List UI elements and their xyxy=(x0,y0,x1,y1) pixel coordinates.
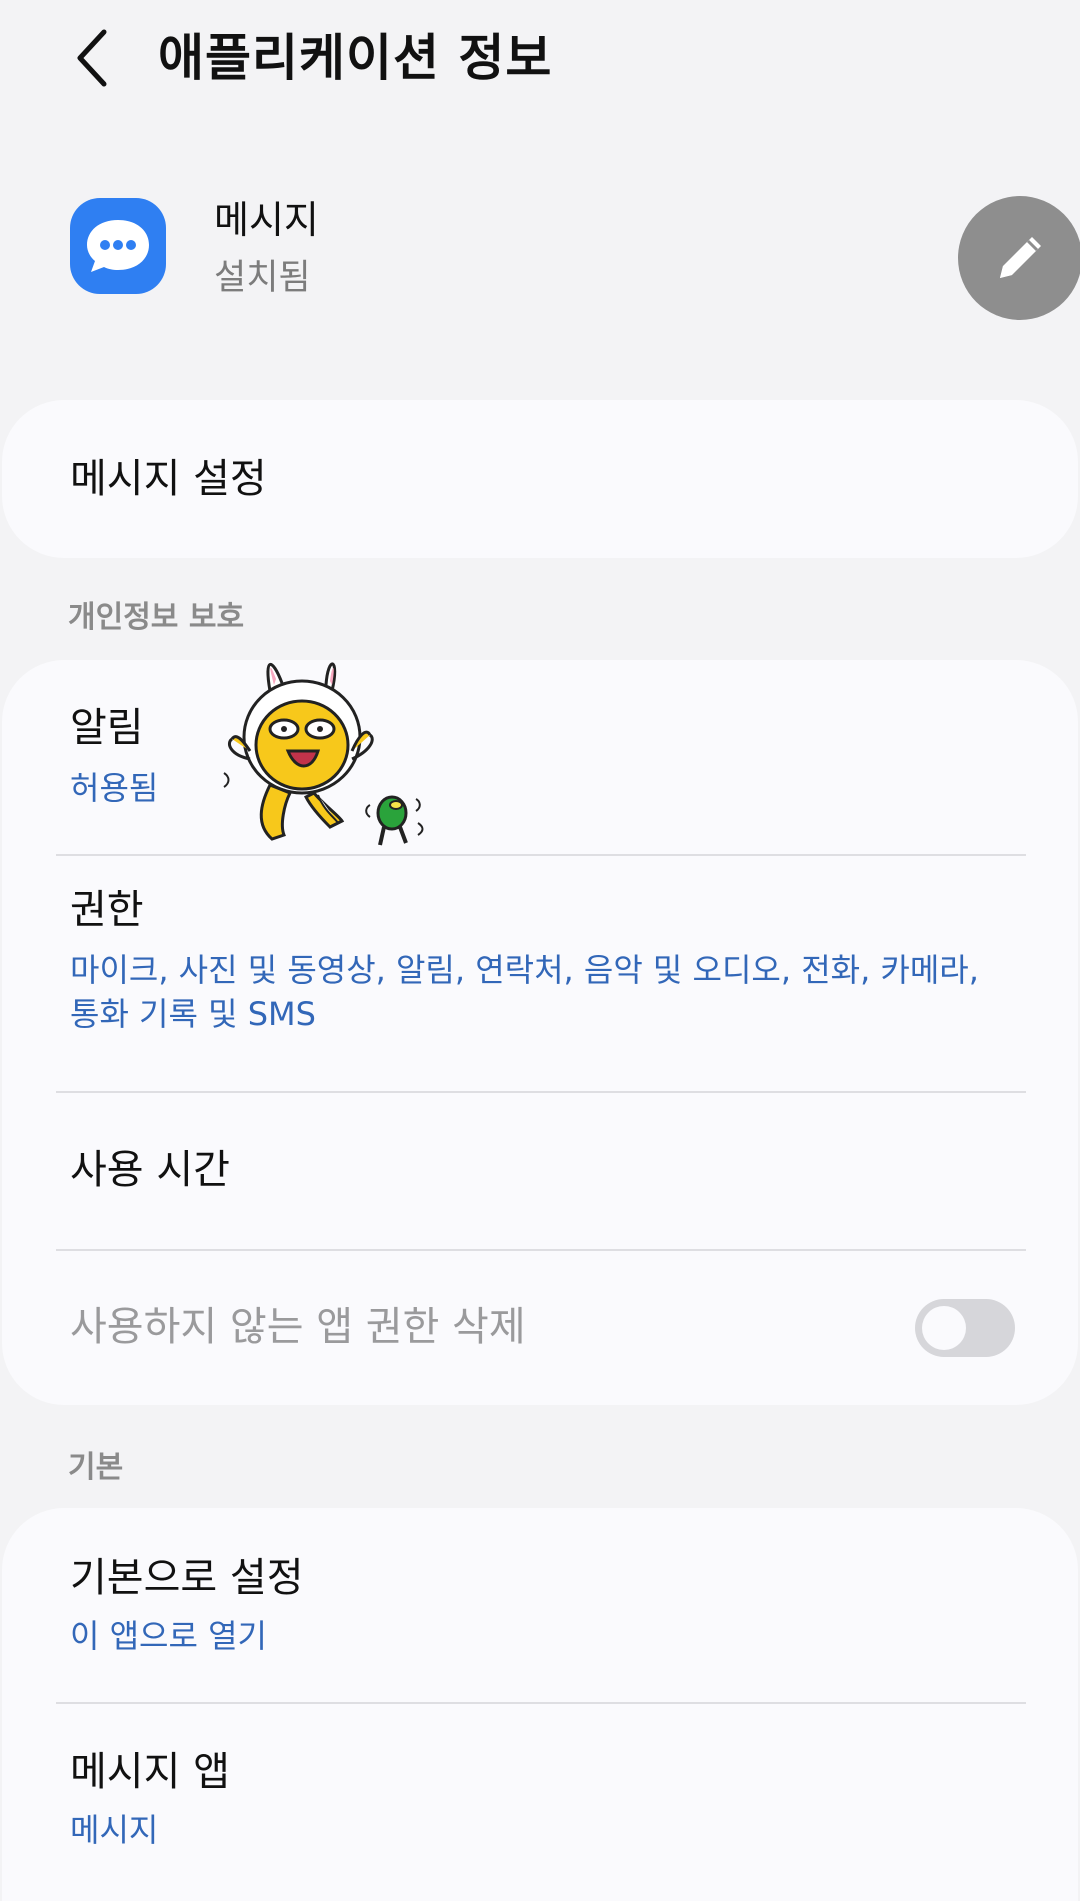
notifications-item[interactable]: 알림 허용됨 xyxy=(2,660,1078,855)
set-as-default-sub: 이 앱으로 열기 xyxy=(70,1617,267,1655)
notifications-title: 알림 xyxy=(70,705,144,751)
remove-unused-permissions-title: 사용하지 않는 앱 권한 삭제 xyxy=(70,1304,526,1350)
message-settings-item[interactable]: 메시지 설정 xyxy=(2,400,1078,558)
defaults-card: 기본으로 설정 이 앱으로 열기 메시지 앱 메시지 xyxy=(2,1508,1078,1901)
edit-button[interactable] xyxy=(958,196,1080,320)
permissions-title: 권한 xyxy=(70,887,144,933)
section-label-defaults: 기본 xyxy=(68,1450,124,1485)
back-button[interactable] xyxy=(62,22,122,94)
app-summary: 메시지 설치됨 xyxy=(0,190,1080,330)
message-bubble-icon xyxy=(70,198,166,294)
pencil-icon xyxy=(1000,237,1041,278)
remove-unused-permissions-item[interactable]: 사용하지 않는 앱 권한 삭제 xyxy=(2,1251,1078,1405)
set-as-default-item[interactable]: 기본으로 설정 이 앱으로 열기 xyxy=(2,1508,1078,1702)
privacy-card: 알림 허용됨 권한 마이크, 사진 및 동영상, 알림, 연락처, 음악 및 오… xyxy=(2,660,1078,1405)
messaging-app-title: 메시지 앱 xyxy=(70,1749,230,1795)
app-install-status: 설치됨 xyxy=(214,258,311,298)
set-as-default-title: 기본으로 설정 xyxy=(70,1555,304,1601)
messaging-app-sub: 메시지 xyxy=(70,1811,159,1849)
settings-card: 메시지 설정 xyxy=(2,400,1078,558)
usage-time-title: 사용 시간 xyxy=(70,1147,230,1193)
toggle-knob xyxy=(922,1306,966,1350)
permissions-list-line1: 마이크, 사진 및 동영상, 알림, 연락처, 음악 및 오디오, 전화, 카메… xyxy=(70,951,979,989)
remove-permissions-toggle[interactable] xyxy=(915,1299,1015,1357)
app-bar: 애플리케이션 정보 xyxy=(0,0,1080,120)
app-name: 메시지 xyxy=(214,198,319,242)
permissions-list-line2: 통화 기록 및 SMS xyxy=(70,995,316,1033)
character-sticker xyxy=(223,662,424,846)
usage-time-item[interactable]: 사용 시간 xyxy=(2,1093,1078,1250)
message-settings-label: 메시지 설정 xyxy=(70,456,267,502)
notifications-status: 허용됨 xyxy=(70,769,159,807)
permissions-item[interactable]: 권한 마이크, 사진 및 동영상, 알림, 연락처, 음악 및 오디오, 전화,… xyxy=(2,856,1078,1092)
page-title: 애플리케이션 정보 xyxy=(158,29,553,87)
chevron-left-icon xyxy=(77,29,107,87)
messaging-app-item[interactable]: 메시지 앱 메시지 xyxy=(2,1704,1078,1901)
section-label-privacy: 개인정보 보호 xyxy=(68,600,245,635)
